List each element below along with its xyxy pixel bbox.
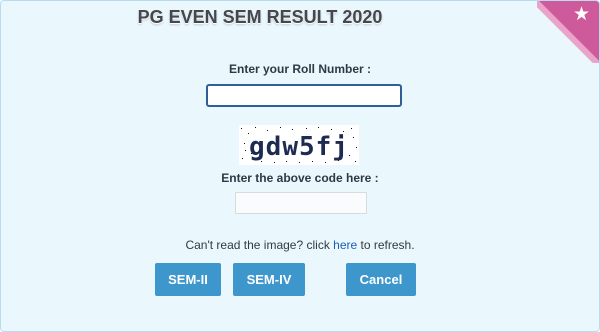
roll-number-label: Enter your Roll Number :: [228, 62, 371, 76]
refresh-suffix: to refresh.: [357, 238, 415, 252]
refresh-prefix: Can't read the image? click: [185, 238, 334, 252]
captcha-text: gdw5fj: [249, 132, 349, 162]
star-icon: ★: [572, 4, 590, 25]
cancel-button[interactable]: Cancel: [346, 263, 416, 296]
page-title: PG EVEN SEM RESULT 2020: [137, 7, 383, 27]
sem-iv-button[interactable]: SEM-IV: [233, 263, 305, 296]
captcha-code-input[interactable]: [235, 192, 367, 214]
refresh-hint: Can't read the image? click here to refr…: [1, 238, 599, 252]
roll-number-input[interactable]: [206, 84, 402, 107]
captcha-code-label: Enter the above code here :: [221, 171, 379, 185]
result-panel: PG EVEN SEM RESULT 2020 ★ Enter your Rol…: [0, 0, 600, 332]
refresh-link[interactable]: here: [333, 238, 357, 252]
sem-ii-button[interactable]: SEM-II: [155, 263, 221, 296]
corner-ribbon: ★: [537, 1, 599, 63]
captcha-image: gdw5fj: [239, 125, 359, 165]
